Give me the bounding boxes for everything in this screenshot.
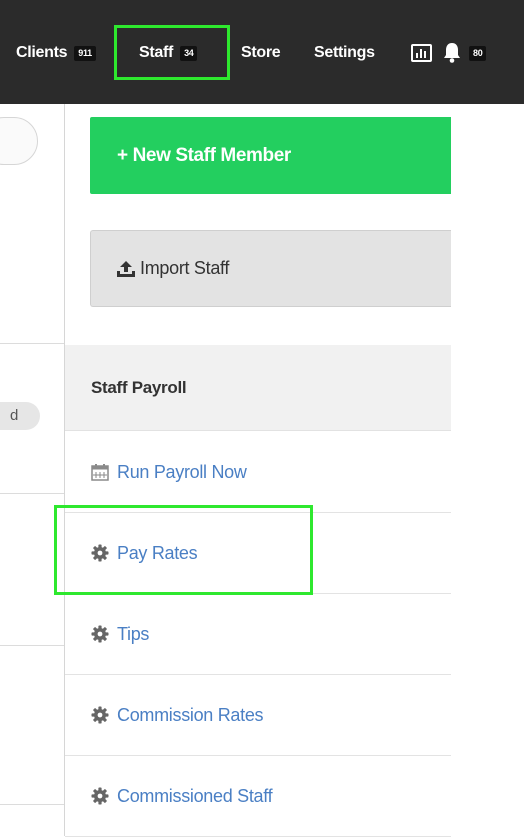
- calendar-icon: [91, 464, 109, 481]
- top-navigation-bar: Clients 911 Staff 34 Store Settings 80: [0, 0, 524, 104]
- tips-label: Tips: [117, 623, 150, 644]
- left-pill-text: d: [10, 407, 19, 424]
- gear-icon: [91, 787, 109, 805]
- left-panel-divider: [0, 493, 64, 494]
- commissioned-staff-label: Commissioned Staff: [117, 785, 273, 806]
- gear-icon: [91, 706, 109, 724]
- nav-label-store: Store: [241, 44, 281, 61]
- nav-label-clients: Clients: [16, 44, 68, 61]
- notifications-button[interactable]: 80: [442, 42, 487, 64]
- left-panel-search-field-edge[interactable]: [0, 117, 38, 165]
- staff-payroll-heading: Staff Payroll: [65, 345, 451, 431]
- left-panel-pill[interactable]: d: [0, 402, 40, 430]
- left-panel-divider: [0, 645, 64, 646]
- run-payroll-now-label: Run Payroll Now: [117, 461, 247, 482]
- bell-icon: [444, 43, 460, 63]
- pay-rates-highlight-box: [54, 505, 313, 595]
- run-payroll-now-link[interactable]: Run Payroll Now: [65, 432, 451, 513]
- import-staff-label: Import Staff: [140, 258, 230, 278]
- nav-item-settings[interactable]: Settings: [314, 42, 375, 64]
- gear-icon: [91, 625, 109, 643]
- left-panel-divider: [0, 343, 64, 344]
- import-staff-button[interactable]: Import Staff: [90, 230, 451, 307]
- staff-payroll-title: Staff Payroll: [91, 377, 187, 397]
- new-staff-member-button[interactable]: + New Staff Member: [90, 117, 451, 194]
- commissioned-staff-link[interactable]: Commissioned Staff: [65, 756, 451, 837]
- reports-chart-icon[interactable]: [411, 44, 432, 62]
- upload-icon: [117, 260, 135, 277]
- nav-item-store[interactable]: Store: [241, 42, 281, 64]
- nav-item-clients[interactable]: Clients 911: [16, 42, 96, 64]
- commission-rates-link[interactable]: Commission Rates: [65, 675, 451, 756]
- left-panel-divider: [0, 804, 64, 805]
- tips-link[interactable]: Tips: [65, 594, 451, 675]
- new-staff-member-label: + New Staff Member: [117, 144, 291, 166]
- nav-label-settings: Settings: [314, 44, 375, 61]
- staff-highlight-box: [114, 25, 230, 80]
- notifications-count-badge: 80: [469, 45, 487, 61]
- commission-rates-label: Commission Rates: [117, 704, 264, 725]
- clients-count-badge: 911: [74, 45, 96, 61]
